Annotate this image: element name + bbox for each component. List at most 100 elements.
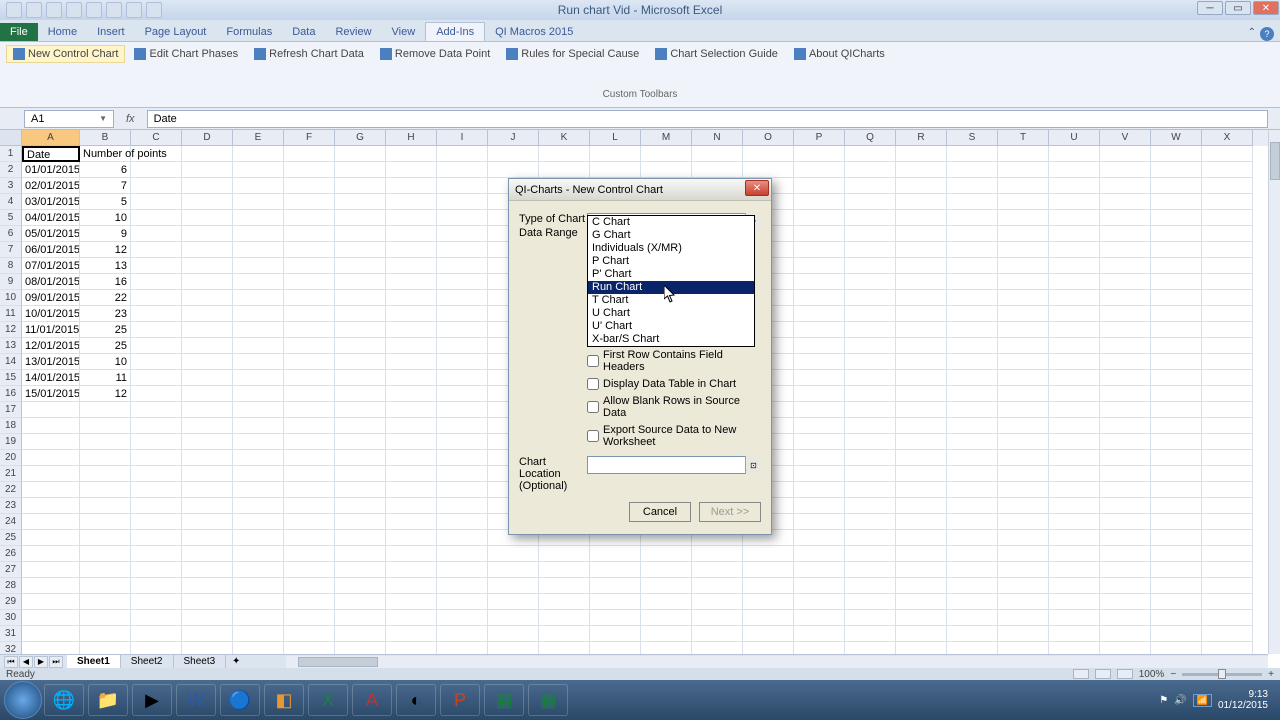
cell[interactable] (437, 530, 488, 546)
column-header[interactable]: L (590, 130, 641, 146)
name-box[interactable]: A1 ▼ (24, 110, 114, 128)
cell[interactable] (845, 498, 896, 514)
cell[interactable] (896, 338, 947, 354)
cell[interactable] (335, 482, 386, 498)
cell[interactable] (1100, 386, 1151, 402)
cell[interactable] (284, 178, 335, 194)
cell[interactable] (284, 434, 335, 450)
cell[interactable] (437, 178, 488, 194)
dropdown-option[interactable]: U' Chart (588, 320, 754, 333)
cell[interactable] (896, 242, 947, 258)
cell[interactable] (1100, 306, 1151, 322)
cell[interactable] (998, 562, 1049, 578)
cell[interactable] (335, 178, 386, 194)
row-header[interactable]: 22 (0, 482, 22, 498)
cell[interactable]: 11/01/2015 (22, 322, 80, 338)
cell[interactable] (335, 434, 386, 450)
cell[interactable]: 02/01/2015 (22, 178, 80, 194)
cell[interactable] (641, 546, 692, 562)
cell[interactable] (947, 402, 998, 418)
taskbar-app2[interactable]: ◐ (396, 684, 436, 716)
row-header[interactable]: 31 (0, 626, 22, 642)
cell[interactable] (335, 562, 386, 578)
cell[interactable] (896, 562, 947, 578)
cell[interactable] (998, 322, 1049, 338)
edit-chart-phases-button[interactable]: Edit Chart Phases (127, 45, 245, 63)
cell[interactable] (233, 562, 284, 578)
row-header[interactable]: 20 (0, 450, 22, 466)
cell[interactable] (131, 402, 182, 418)
cell[interactable] (845, 210, 896, 226)
cell[interactable] (1049, 274, 1100, 290)
cell[interactable] (131, 146, 182, 162)
cell[interactable] (1049, 354, 1100, 370)
sheet-nav-last[interactable]: ⏭ (49, 656, 63, 668)
cell[interactable] (947, 322, 998, 338)
cell[interactable] (998, 210, 1049, 226)
cell[interactable] (998, 514, 1049, 530)
cell[interactable] (284, 530, 335, 546)
cell[interactable] (284, 562, 335, 578)
cell[interactable] (335, 194, 386, 210)
cell[interactable] (947, 450, 998, 466)
minimize-ribbon-icon[interactable]: ⌃ (1248, 27, 1256, 41)
cell[interactable] (1202, 482, 1253, 498)
cell[interactable] (1151, 466, 1202, 482)
cell[interactable] (1151, 338, 1202, 354)
cell[interactable] (1100, 482, 1151, 498)
cell[interactable] (22, 450, 80, 466)
cell[interactable] (284, 418, 335, 434)
cell[interactable] (794, 162, 845, 178)
add-sheet-button[interactable]: ✦ (226, 656, 246, 667)
cell[interactable] (641, 146, 692, 162)
cell[interactable] (437, 338, 488, 354)
cell[interactable] (641, 626, 692, 642)
row-header[interactable]: 25 (0, 530, 22, 546)
cell[interactable] (947, 178, 998, 194)
select-all-corner[interactable] (0, 130, 22, 146)
cell[interactable] (539, 594, 590, 610)
cell[interactable] (947, 578, 998, 594)
cell[interactable] (284, 242, 335, 258)
cell[interactable] (80, 594, 131, 610)
cell[interactable] (896, 450, 947, 466)
cell[interactable] (1202, 226, 1253, 242)
cell[interactable] (1049, 626, 1100, 642)
cell[interactable] (845, 546, 896, 562)
next-button[interactable]: Next >> (699, 502, 761, 522)
cell[interactable] (1202, 578, 1253, 594)
cell[interactable] (896, 546, 947, 562)
cell[interactable] (386, 162, 437, 178)
cell[interactable] (284, 146, 335, 162)
cell[interactable] (743, 162, 794, 178)
cell[interactable] (335, 274, 386, 290)
cell[interactable]: 10 (80, 354, 131, 370)
cell[interactable] (233, 290, 284, 306)
cell[interactable] (335, 338, 386, 354)
cell[interactable] (182, 514, 233, 530)
cell[interactable] (845, 434, 896, 450)
cell[interactable] (80, 642, 131, 654)
tab-home[interactable]: Home (38, 23, 87, 41)
cell[interactable] (386, 386, 437, 402)
cell[interactable] (1100, 530, 1151, 546)
cell[interactable]: 6 (80, 162, 131, 178)
cell[interactable] (284, 194, 335, 210)
cell[interactable] (22, 482, 80, 498)
cell[interactable] (794, 274, 845, 290)
row-header[interactable]: 8 (0, 258, 22, 274)
export-source-data-checkbox[interactable] (587, 430, 599, 442)
cell[interactable] (233, 274, 284, 290)
cell[interactable] (182, 562, 233, 578)
cell[interactable] (233, 514, 284, 530)
cell[interactable]: 5 (80, 194, 131, 210)
cell[interactable] (845, 194, 896, 210)
tab-qimacros[interactable]: QI Macros 2015 (485, 23, 583, 41)
cell[interactable] (1100, 514, 1151, 530)
column-header[interactable]: H (386, 130, 437, 146)
cell[interactable] (1049, 562, 1100, 578)
cell[interactable] (743, 146, 794, 162)
cell[interactable] (437, 562, 488, 578)
taskbar-app4[interactable]: ▦ (528, 684, 568, 716)
cell[interactable] (641, 578, 692, 594)
